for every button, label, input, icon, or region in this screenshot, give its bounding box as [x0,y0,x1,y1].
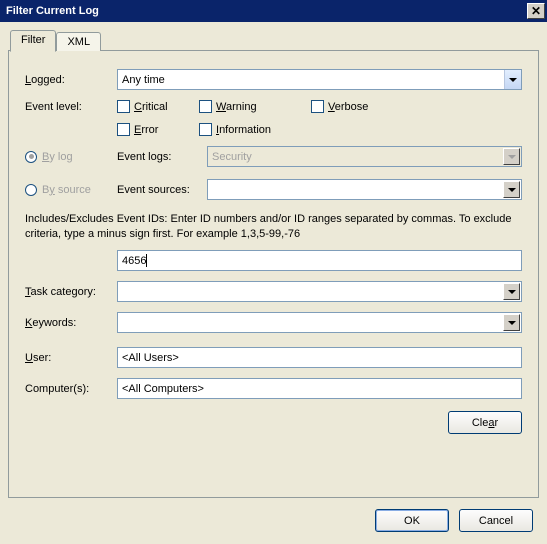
by-source-radio[interactable]: By source [25,184,117,196]
event-logs-value: Security [212,151,502,163]
event-logs-combo: Security [207,146,522,167]
computers-input[interactable] [117,378,522,399]
logged-label: Logged: [25,74,117,86]
checkbox-icon [311,100,324,113]
verbose-checkbox[interactable]: Verbose [311,100,377,113]
filter-panel: Logged: Any time Event level: Critical W… [8,50,539,498]
checkbox-icon [199,123,212,136]
event-id-value: 4656 [122,255,146,267]
dropdown-icon [503,314,520,331]
event-level-label: Event level: [25,101,117,113]
error-checkbox[interactable]: Error [117,123,183,136]
tab-filter[interactable]: Filter [10,30,56,52]
tab-xml[interactable]: XML [56,32,101,51]
keywords-label: Keywords: [25,317,117,329]
dropdown-icon [504,70,521,89]
user-label: User: [25,352,117,364]
logged-value: Any time [122,74,504,86]
event-id-help: Includes/Excludes Event IDs: Enter ID nu… [25,212,522,242]
task-category-combo[interactable] [117,281,522,302]
checkbox-icon [117,100,130,113]
clear-button[interactable]: Clear [448,411,522,434]
critical-checkbox[interactable]: Critical [117,100,183,113]
user-input[interactable] [117,347,522,368]
checkbox-icon [117,123,130,136]
caret-icon [146,254,147,267]
event-sources-label: Event sources: [117,184,207,196]
cancel-button[interactable]: Cancel [459,509,533,532]
information-checkbox[interactable]: Information [199,123,271,136]
event-sources-combo[interactable] [207,179,522,200]
dropdown-icon [503,283,520,300]
event-logs-label: Event logs: [117,151,207,163]
by-log-radio[interactable]: By log [25,151,117,163]
keywords-combo[interactable] [117,312,522,333]
warning-checkbox[interactable]: Warning [199,100,265,113]
dropdown-icon [503,181,520,198]
dropdown-icon [503,148,520,165]
task-category-label: Task category: [25,286,117,298]
event-id-input[interactable]: 4656 [117,250,522,271]
close-button[interactable]: ✕ [527,3,545,19]
computers-label: Computer(s): [25,383,117,395]
window-title: Filter Current Log [6,5,99,17]
checkbox-icon [199,100,212,113]
logged-combo[interactable]: Any time [117,69,522,90]
close-icon: ✕ [531,5,541,17]
ok-button[interactable]: OK [375,509,449,532]
